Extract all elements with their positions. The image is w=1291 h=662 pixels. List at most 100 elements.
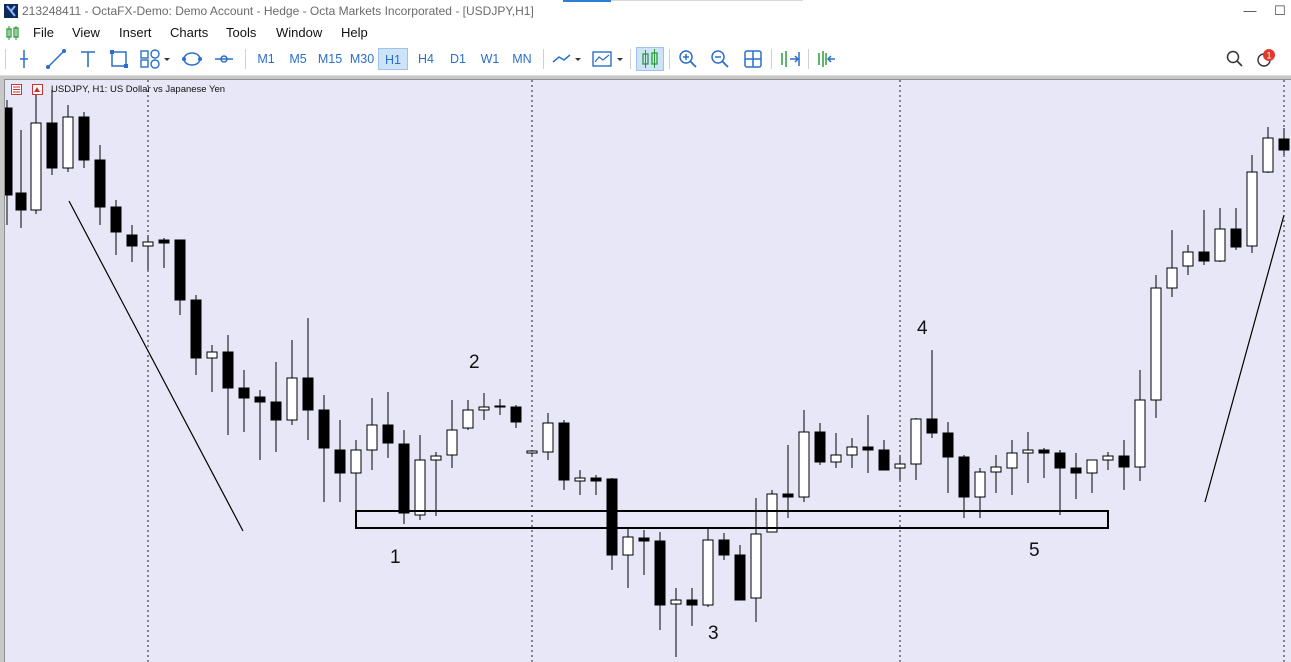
toolbar-separator — [771, 49, 772, 69]
candlestick-chart[interactable] — [5, 80, 1291, 662]
bull-candle — [1006, 452, 1018, 469]
bear-candle — [46, 122, 58, 169]
chart-symbol-label: USDJPY, H1: US Dollar vs Japanese Yen — [51, 84, 226, 95]
bull-candle — [142, 241, 154, 247]
bear-candle — [878, 449, 890, 471]
bull-candle — [1166, 267, 1178, 289]
notifications-icon[interactable]: 1 — [1254, 47, 1280, 71]
tf-m1[interactable]: M1 — [251, 48, 281, 70]
title-bar: 213248411 - OctaFX-Demo: Demo Account - … — [0, 0, 1291, 23]
chart-objects-icon[interactable] — [32, 84, 43, 95]
bull-candle — [494, 405, 506, 408]
bear-candle — [654, 540, 666, 606]
bear-candle — [590, 477, 602, 482]
bear-candle — [398, 443, 410, 514]
bear-candle — [222, 351, 234, 389]
tf-m30[interactable]: M30 — [346, 48, 378, 70]
bull-candle — [526, 450, 538, 454]
tf-m5[interactable]: M5 — [283, 48, 313, 70]
bear-candle — [734, 554, 746, 601]
menu-tools[interactable]: Tools — [226, 25, 256, 40]
bull-candle — [30, 122, 42, 211]
bear-candle — [382, 424, 394, 444]
annotation-5: 5 — [1029, 540, 1040, 561]
menu-view[interactable]: View — [72, 25, 100, 40]
bear-candle — [238, 387, 250, 399]
menu-file[interactable]: File — [33, 25, 54, 40]
bear-candle — [1038, 449, 1050, 454]
bull-candle — [62, 116, 74, 169]
menu-bar: File View Insert Charts Tools Window Hel… — [0, 23, 1291, 43]
tf-w1[interactable]: W1 — [475, 48, 505, 70]
cycle-icon[interactable] — [180, 47, 204, 71]
bull-candle — [670, 599, 682, 605]
maximize-button[interactable]: ☐ — [1266, 2, 1291, 20]
bull-candle — [542, 422, 554, 453]
vertical-line-icon[interactable] — [12, 47, 36, 71]
chart-list-icon[interactable] — [11, 84, 22, 95]
tf-d1[interactable]: D1 — [443, 48, 473, 70]
bear-candle — [78, 116, 90, 161]
tf-h4[interactable]: H4 — [411, 48, 441, 70]
tf-mn[interactable]: MN — [506, 48, 538, 70]
text-icon[interactable] — [76, 47, 100, 71]
menu-help[interactable]: Help — [341, 25, 368, 40]
zoom-out-icon[interactable] — [708, 47, 732, 71]
toolbar-separator — [543, 49, 544, 69]
search-icon[interactable] — [1224, 47, 1246, 71]
bear-candle — [110, 206, 122, 233]
tf-m15[interactable]: M15 — [314, 48, 346, 70]
toolbar-separator — [630, 49, 631, 69]
indicators-icon[interactable] — [550, 47, 584, 71]
chart-shift-icon[interactable] — [778, 47, 802, 71]
autoscroll-icon[interactable] — [815, 47, 839, 71]
bull-candle — [622, 536, 634, 556]
toolbar-separator — [808, 49, 809, 69]
bear-candle — [926, 418, 938, 434]
chart-menu-icon[interactable] — [6, 26, 20, 40]
bear-candle — [862, 446, 874, 451]
trendline-down — [68, 200, 244, 532]
minimize-button[interactable]: — — [1236, 2, 1264, 20]
bull-candle — [366, 424, 378, 451]
bull-candle — [830, 454, 842, 463]
horizontal-line-icon[interactable] — [212, 47, 236, 71]
bull-candle — [1246, 171, 1258, 247]
bull-candle — [1102, 455, 1114, 461]
shapes-icon[interactable] — [138, 47, 172, 71]
title-accent-line — [611, 0, 803, 1]
bull-candle — [766, 493, 778, 533]
annotation-3: 3 — [708, 623, 719, 644]
bull-candle — [1150, 287, 1162, 401]
chart-area[interactable]: USDJPY, H1: US Dollar vs Japanese Yen 1 … — [4, 79, 1291, 662]
bull-candle — [1262, 137, 1274, 173]
bull-candle — [350, 449, 362, 474]
toolbar-grip — [5, 49, 6, 69]
rectangle-icon[interactable] — [107, 47, 131, 71]
bear-candle — [334, 449, 346, 474]
candlestick-icon[interactable] — [636, 47, 664, 71]
tf-h1[interactable]: H1 — [378, 48, 408, 70]
bear-candle — [15, 192, 27, 211]
toolbar-separator — [669, 49, 670, 69]
bull-candle — [910, 418, 922, 465]
bear-candle — [302, 377, 314, 411]
bear-candle — [5, 107, 13, 196]
bear-candle — [126, 234, 138, 247]
menu-window[interactable]: Window — [276, 25, 322, 40]
bull-candle — [430, 455, 442, 461]
zoom-in-icon[interactable] — [676, 47, 700, 71]
bear-candle — [1278, 138, 1290, 151]
menu-charts[interactable]: Charts — [170, 25, 208, 40]
bull-candle — [446, 429, 458, 456]
trendline-icon[interactable] — [44, 47, 68, 71]
app-icon — [4, 4, 18, 18]
bear-candle — [1054, 452, 1066, 469]
templates-icon[interactable] — [590, 47, 626, 71]
menu-insert[interactable]: Insert — [119, 25, 152, 40]
bull-candle — [478, 406, 490, 411]
annotation-1: 1 — [390, 547, 401, 568]
bear-candle — [1118, 455, 1130, 468]
bear-candle — [558, 422, 570, 481]
tile-windows-icon[interactable] — [741, 47, 765, 71]
